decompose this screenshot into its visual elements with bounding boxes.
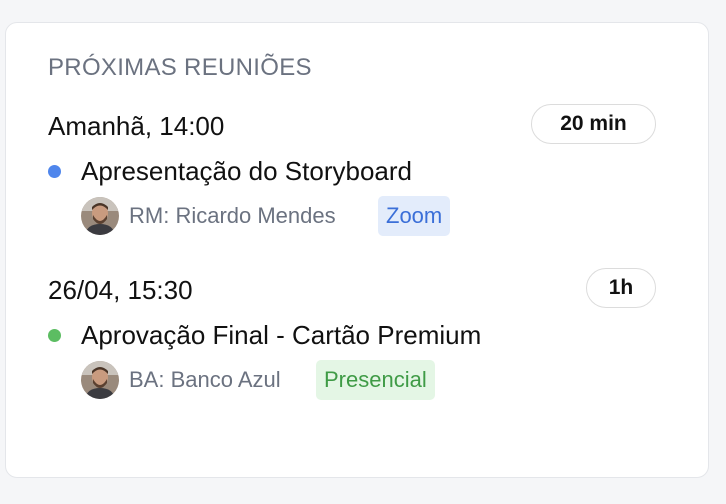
person-avatar-icon [81,361,119,399]
avatar [81,361,119,399]
meeting-type-tag: Presencial [316,360,435,400]
meeting-title-row: Apresentação do Storyboard [48,148,656,196]
meeting-header: 26/04, 15:30 1h [48,268,656,312]
client-name: BA: Banco Azul [129,367,281,392]
meeting-item[interactable]: 26/04, 15:30 1h Aprovação Final - Cartão… [48,268,656,404]
duration-badge: 1h [586,268,656,308]
upcoming-meetings-card [5,22,709,478]
meeting-type-tag: Zoom [378,196,451,236]
status-dot [48,165,61,178]
meeting-header: Amanhã, 14:00 20 min [48,104,656,148]
meeting-datetime: Amanhã, 14:00 [48,111,225,141]
meeting-title: Apresentação do Storyboard [81,156,412,186]
meeting-datetime: 26/04, 15:30 [48,275,193,305]
duration-badge: 20 min [531,104,656,144]
meeting-title-row: Aprovação Final - Cartão Premium [48,312,656,360]
meeting-title: Aprovação Final - Cartão Premium [81,320,482,350]
person-avatar-icon [81,197,119,235]
avatar [81,197,119,235]
client-name: RM: Ricardo Mendes [129,203,336,228]
section-title: PRÓXIMAS REUNIÕES [48,54,312,81]
meeting-client-row: BA: Banco Azul Presencial [48,360,656,404]
status-dot [48,329,61,342]
meeting-client-row: RM: Ricardo Mendes Zoom [48,196,656,240]
meeting-item[interactable]: Amanhã, 14:00 20 min Apresentação do Sto… [48,104,656,240]
